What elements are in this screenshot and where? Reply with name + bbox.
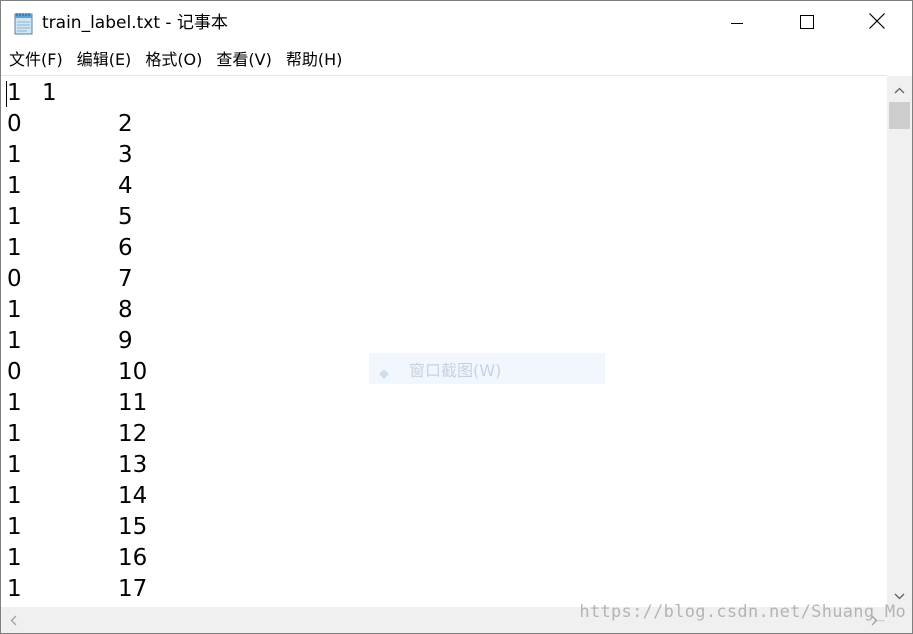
notepad-window: train_label.txt - 记事本 文件(F) 编辑(E) 格式(O) … xyxy=(0,0,913,634)
label-value: 1 xyxy=(7,483,22,509)
label-value: 1 xyxy=(7,173,22,199)
index-value: 16 xyxy=(118,545,148,571)
label-value: 1 xyxy=(7,328,22,354)
label-value: 0 xyxy=(7,266,22,292)
index-value: 17 xyxy=(118,576,148,602)
window-screenshot-hint: 窗口截图(W) xyxy=(369,353,605,384)
minimize-button[interactable] xyxy=(702,1,772,45)
label-value: 0 xyxy=(7,111,22,137)
label-value: 1 xyxy=(7,421,22,447)
label-value: 1 xyxy=(7,235,22,261)
label-value: 1 xyxy=(7,452,22,478)
label-value: 1 xyxy=(7,297,22,323)
label-value: 1 xyxy=(7,204,22,230)
index-value: 5 xyxy=(118,204,133,230)
vertical-scroll-thumb[interactable] xyxy=(889,102,910,129)
maximize-button[interactable] xyxy=(772,1,842,45)
index-value: 9 xyxy=(118,328,133,354)
index-value: 12 xyxy=(118,421,148,447)
maximize-icon xyxy=(800,14,814,33)
index-value: 15 xyxy=(118,514,148,540)
index-value: 11 xyxy=(118,390,148,416)
index-value: 10 xyxy=(118,359,148,385)
index-value: 1 xyxy=(42,80,57,106)
index-value: 13 xyxy=(118,452,148,478)
index-value: 14 xyxy=(118,483,148,509)
label-value: 0 xyxy=(7,359,22,385)
label-value: 1 xyxy=(7,514,22,540)
scroll-left-button[interactable] xyxy=(1,607,26,633)
chevron-left-icon xyxy=(10,611,17,630)
chevron-up-icon xyxy=(894,79,905,98)
index-value: 4 xyxy=(118,173,133,199)
index-value: 7 xyxy=(118,266,133,292)
index-value: 2 xyxy=(118,111,133,137)
menu-view[interactable]: 查看(V) xyxy=(209,45,278,75)
label-value: 1 xyxy=(7,142,22,168)
label-value: 1 xyxy=(7,545,22,571)
label-value: 1 xyxy=(7,80,22,106)
menu-bar: 文件(F) 编辑(E) 格式(O) 查看(V) 帮助(H) xyxy=(1,45,912,75)
index-value: 3 xyxy=(118,142,133,168)
label-value: 1 xyxy=(7,390,22,416)
watermark: https://blog.csdn.net/Shuang_Mo xyxy=(579,602,906,622)
label-value: 1 xyxy=(7,576,22,602)
scroll-up-button[interactable] xyxy=(887,76,912,101)
menu-help[interactable]: 帮助(H) xyxy=(279,45,350,75)
close-button[interactable] xyxy=(842,1,912,45)
menu-format[interactable]: 格式(O) xyxy=(138,45,209,75)
diamond-icon xyxy=(379,364,389,379)
vertical-scrollbar[interactable] xyxy=(887,76,912,607)
minimize-icon xyxy=(731,14,743,33)
close-icon xyxy=(869,13,885,33)
index-value: 8 xyxy=(118,297,133,323)
window-title: train_label.txt - 记事本 xyxy=(42,13,228,33)
index-value: 6 xyxy=(118,235,133,261)
notepad-icon xyxy=(13,11,35,35)
menu-edit[interactable]: 编辑(E) xyxy=(70,45,139,75)
text-editor[interactable]: 1 1 0 2 1 3 1 4 1 5 1 6 0 7 1 8 1 9 0 10 1 11 1 12 1 13 1 14 1 15 1 16 1… xyxy=(1,75,887,608)
title-bar[interactable]: train_label.txt - 记事本 xyxy=(1,1,912,45)
menu-file[interactable]: 文件(F) xyxy=(1,45,70,75)
window-screenshot-label: 窗口截图(W) xyxy=(409,360,502,380)
